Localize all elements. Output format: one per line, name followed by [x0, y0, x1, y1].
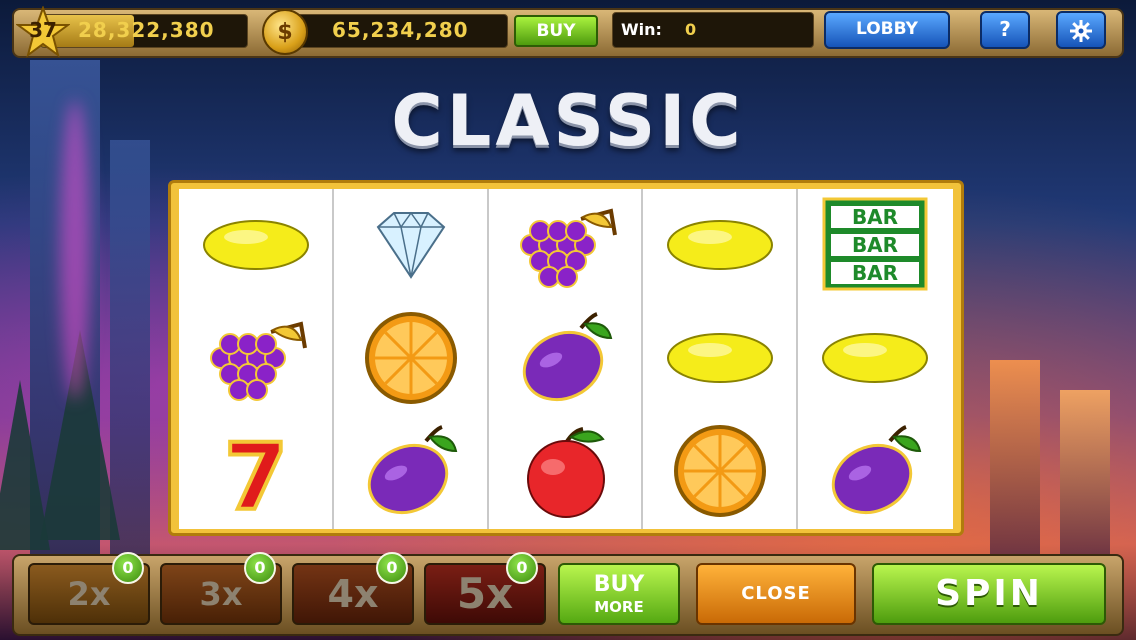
- apple-icon: [526, 427, 605, 518]
- lemon-icon: [667, 333, 774, 383]
- lemon-icon: [203, 220, 309, 270]
- xp-value: 28,322,380: [78, 18, 215, 42]
- reels-area: 7 BAR BAR BAR: [179, 189, 953, 529]
- multiplier-count-badge: 0: [506, 552, 538, 584]
- buy-coins-button[interactable]: BUY: [514, 15, 598, 47]
- svg-text:BAR: BAR: [852, 205, 898, 229]
- gear-icon: [1070, 20, 1092, 42]
- multiplier-label: 4x: [327, 572, 379, 616]
- help-button[interactable]: ?: [980, 11, 1030, 49]
- plum-symbol: [334, 415, 489, 528]
- orange-icon: [364, 312, 457, 404]
- grapes-symbol: [489, 189, 644, 302]
- lemon-icon: [667, 220, 774, 270]
- game-title: CLASSIC: [391, 80, 745, 162]
- close-button[interactable]: CLOSE: [696, 563, 856, 625]
- diamond-symbol: [334, 189, 489, 302]
- apple-symbol: [489, 415, 644, 528]
- buy-more-button[interactable]: BUY MORE: [558, 563, 680, 625]
- lemon-symbol: [798, 302, 953, 415]
- lemon-symbol: [179, 189, 334, 302]
- reel-column: [334, 189, 489, 529]
- city-tower: [1060, 390, 1110, 560]
- svg-text:BAR: BAR: [852, 261, 898, 285]
- plum-symbol: [489, 302, 644, 415]
- lemon-symbol: [643, 302, 798, 415]
- coin-balance: 65,234,280: [332, 18, 469, 42]
- orange-symbol: [334, 302, 489, 415]
- win-label: Win:: [621, 20, 662, 39]
- seven-symbol: 7: [179, 415, 334, 528]
- level-badge: 37: [16, 6, 70, 58]
- lobby-button[interactable]: LOBBY: [824, 11, 950, 49]
- plum-icon: [522, 312, 612, 402]
- multiplier-count-badge: 0: [376, 552, 408, 584]
- buy-more-line2: MORE: [594, 598, 644, 616]
- grapes-icon: [519, 208, 617, 288]
- win-value: 0: [685, 20, 697, 39]
- orange-icon: [674, 425, 767, 517]
- plum-icon: [831, 425, 922, 515]
- city-tower: [990, 360, 1040, 560]
- multiplier-count-badge: 0: [112, 552, 144, 584]
- win-panel: Win: 0: [612, 12, 814, 48]
- pine-tree: [0, 380, 50, 550]
- lemon-icon: [822, 333, 929, 383]
- triple-bar-symbol: BAR BAR BAR: [798, 189, 953, 302]
- plum-icon: [367, 425, 458, 515]
- lemon-symbol: [643, 189, 798, 302]
- diamond-icon: [376, 211, 446, 279]
- coin-icon: $: [262, 9, 308, 55]
- neon-glow: [60, 100, 90, 400]
- spin-button[interactable]: SPIN: [872, 563, 1106, 625]
- buy-more-line1: BUY: [593, 572, 645, 597]
- seven-icon: 7: [222, 423, 290, 519]
- orange-symbol: [643, 415, 798, 528]
- reel-column: BAR BAR BAR: [798, 189, 953, 529]
- multiplier-label: 5x: [456, 569, 514, 618]
- reels-frame: 7 BAR BAR BAR: [168, 180, 964, 536]
- grapes-icon: [210, 321, 307, 401]
- reel-column: 7: [179, 189, 334, 529]
- triple-bar-icon: BAR BAR BAR: [822, 197, 928, 291]
- multiplier-label: 3x: [199, 575, 243, 613]
- grapes-symbol: [179, 302, 334, 415]
- reel-column: [489, 189, 644, 529]
- multiplier-count-badge: 0: [244, 552, 276, 584]
- svg-text:7: 7: [224, 424, 288, 519]
- reel-column: [643, 189, 799, 529]
- svg-text:BAR: BAR: [852, 233, 898, 257]
- plum-symbol: [798, 415, 953, 528]
- settings-button[interactable]: [1056, 11, 1106, 49]
- multiplier-label: 2x: [67, 575, 111, 613]
- level-number: 37: [29, 18, 57, 42]
